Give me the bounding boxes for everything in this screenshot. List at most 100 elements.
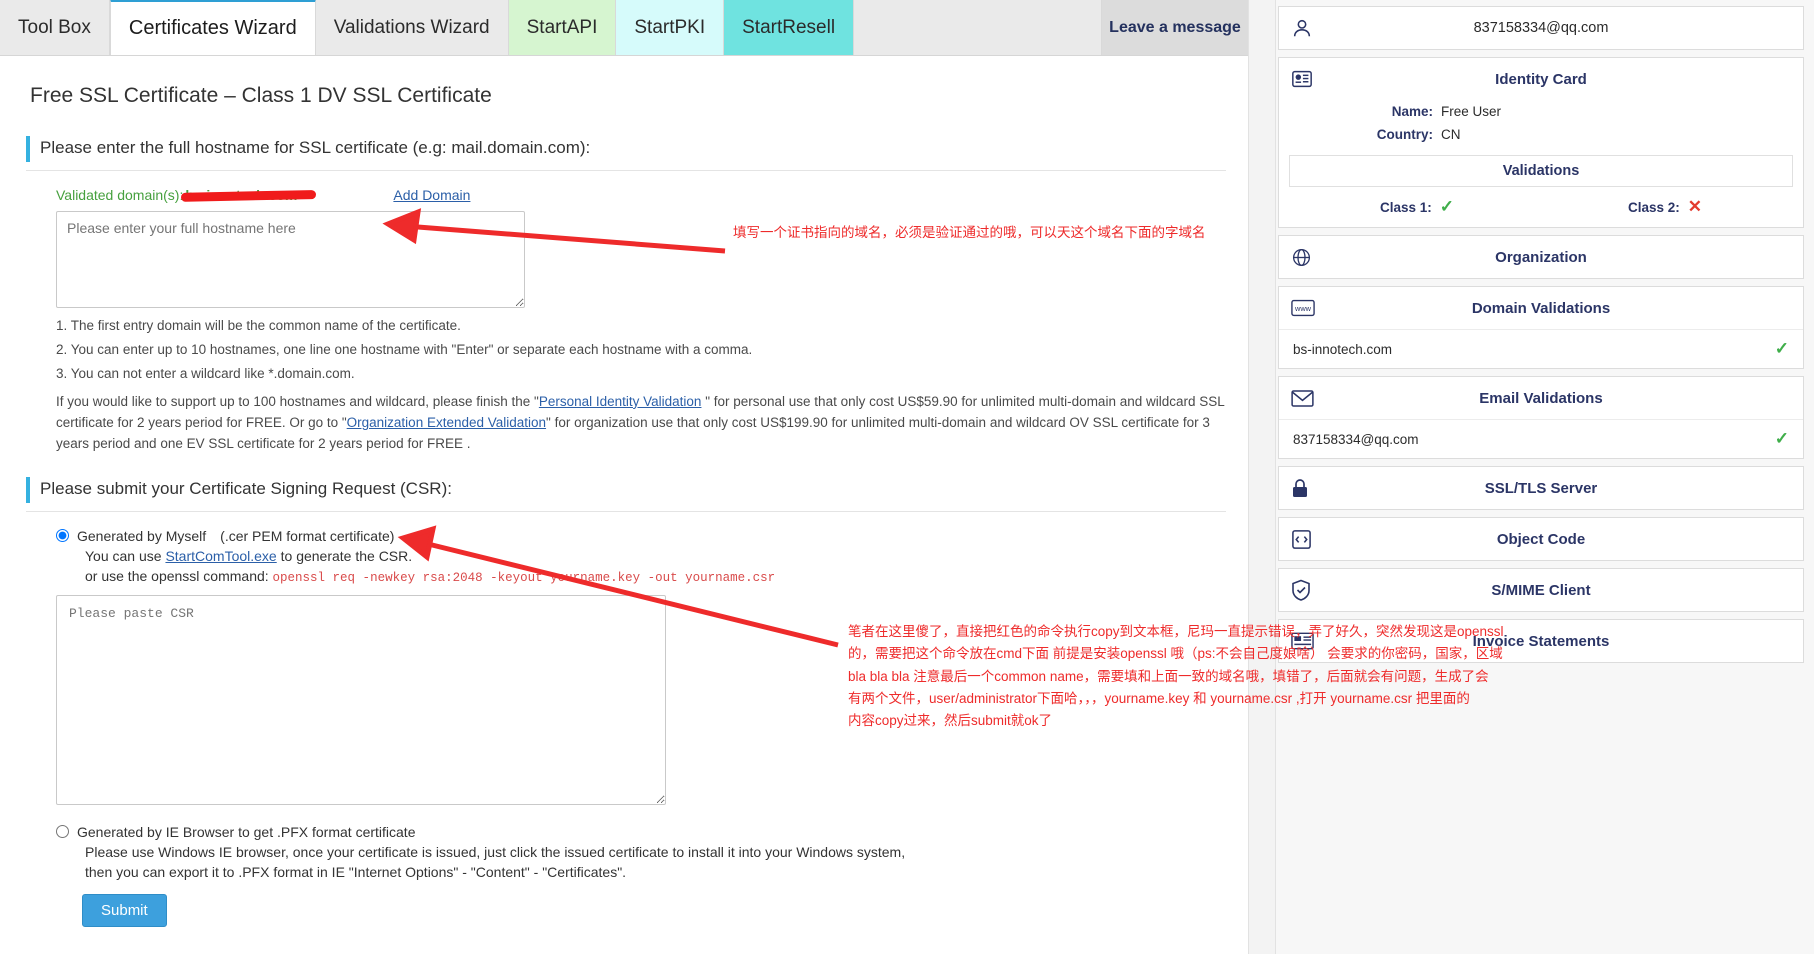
- tab-startapi[interactable]: StartAPI: [508, 0, 617, 55]
- annotation-csr-line-2: 的，需要把这个命令放在cmd下面 前提是安装openssl 哦（ps:不会自己度…: [848, 646, 1503, 662]
- annotation-csr-line-3: bla bla bla 注意最后一个common name，需要填和上面一致的域…: [848, 668, 1489, 684]
- sidebar-panel-domain-validations: www Domain Validations bs-innotech.com ✓: [1278, 286, 1804, 369]
- radio-generated-by-myself[interactable]: [56, 529, 69, 543]
- field-key: Country:: [1376, 127, 1433, 142]
- panel-header[interactable]: SSL/TLS Server: [1279, 467, 1803, 509]
- openssl-command: openssl req -newkey rsa:2048 -keyout you…: [272, 570, 776, 585]
- tab-startpki[interactable]: StartPKI: [616, 0, 725, 55]
- option-label: Generated by IE Browser to get .PFX form…: [77, 823, 416, 840]
- upgrade-text-part-1: If you would like to support up to 100 h…: [56, 393, 539, 409]
- option-label: Generated by Myself: [77, 527, 207, 544]
- code-lock-icon: [1291, 529, 1325, 550]
- validation-class-row: Class 1: ✓ Class 2: ✕: [1279, 193, 1803, 227]
- leave-a-message-button[interactable]: Leave a message: [1102, 0, 1248, 55]
- tab-label: Validations Wizard: [333, 16, 490, 38]
- panel-header[interactable]: S/MIME Client: [1279, 569, 1803, 611]
- tab-label: Certificates Wizard: [128, 17, 297, 39]
- sidebar-panel-smime-client[interactable]: S/MIME Client: [1278, 568, 1804, 612]
- id-card-icon: [1291, 69, 1325, 89]
- startcomtool-exe-link[interactable]: StartComTool.exe: [165, 548, 276, 564]
- hostname-note-1: 1. The first entry domain will be the co…: [56, 318, 461, 333]
- tab-certificates-wizard[interactable]: Certificates Wizard: [109, 0, 316, 55]
- csr-input[interactable]: [56, 594, 666, 805]
- radio-generated-by-ie-browser[interactable]: [56, 825, 69, 839]
- check-circle-icon: ✓: [1774, 339, 1789, 358]
- www-icon: www: [1291, 299, 1325, 317]
- upgrade-paragraph: If you would like to support up to 100 h…: [56, 391, 1226, 455]
- class-2-status: Class 2: ✕: [1541, 197, 1789, 217]
- panel-header[interactable]: Organization: [1279, 236, 1803, 278]
- email-address: 837158334@qq.com: [1293, 431, 1419, 447]
- domain-validation-row[interactable]: bs-innotech.com ✓: [1279, 329, 1803, 368]
- email-validation-row[interactable]: 837158334@qq.com ✓: [1279, 419, 1803, 458]
- lock-icon: [1291, 478, 1325, 499]
- panel-title: Email Validations: [1479, 389, 1603, 407]
- panel-title: Object Code: [1496, 530, 1586, 548]
- shield-icon: [1291, 579, 1325, 601]
- annotation-csr-note: 笔者在这里傻了，直接把红色的命令执行copy到文本框，尼玛一直提示错误，弄了好久…: [848, 621, 1538, 732]
- organization-extended-validation-link[interactable]: Organization Extended Validation: [347, 415, 546, 430]
- panel-header[interactable]: www Domain Validations: [1279, 287, 1803, 329]
- tab-label: StartAPI: [526, 16, 598, 38]
- hostname-note-2: 2. You can enter up to 10 hostnames, one…: [56, 341, 753, 357]
- class-2-label: Class 2:: [1627, 199, 1680, 215]
- identity-card-title: Identity Card: [1495, 70, 1587, 88]
- submit-button[interactable]: Submit: [82, 893, 167, 927]
- globe-icon: [1291, 247, 1325, 268]
- tab-label: Tool Box: [18, 16, 91, 38]
- ie-note-line-1: Please use Windows IE browser, once your…: [85, 843, 906, 860]
- sidebar-panel-email-validations: Email Validations 837158334@qq.com ✓: [1278, 376, 1804, 459]
- ie-note-line-2: then you can export it to .PFX format in…: [85, 863, 627, 880]
- panel-title: Organization: [1495, 248, 1587, 266]
- sidebar-panel-object-code[interactable]: Object Code: [1278, 517, 1804, 561]
- validations-subheader[interactable]: Validations: [1289, 155, 1793, 187]
- csr-option-generated-by-ie[interactable]: Generated by IE Browser to get .PFX form…: [56, 824, 1226, 840]
- panel-title: SSL/TLS Server: [1484, 479, 1598, 497]
- validated-domains-label: Validated domain(s):: [56, 187, 184, 203]
- page-title: Free SSL Certificate – Class 1 DV SSL Ce…: [30, 84, 492, 107]
- content-area: Free SSL Certificate – Class 1 DV SSL Ce…: [0, 56, 1248, 927]
- add-domain-link[interactable]: Add Domain: [393, 187, 470, 203]
- option-suffix: (.cer PEM format certificate): [220, 527, 395, 544]
- user-icon: [1291, 17, 1325, 39]
- sidebar: 837158334@qq.com Identity Card Name: Fre…: [1276, 0, 1814, 954]
- panel-header[interactable]: Object Code: [1279, 518, 1803, 560]
- panel-header[interactable]: Email Validations: [1279, 377, 1803, 419]
- openssl-line: or use the openssl command: openssl req …: [85, 568, 1226, 585]
- annotation-csr-line-4: 有两个文件，user/administrator下面哈，，，yourname.k…: [848, 690, 1470, 706]
- annotation-csr-line-1: 笔者在这里傻了，直接把红色的命令执行copy到文本框，尼玛一直提示错误，弄了好久…: [848, 624, 1504, 639]
- csr-option-generated-by-myself[interactable]: Generated by Myself (.cer PEM format cer…: [56, 528, 1226, 544]
- envelope-icon: [1291, 389, 1325, 407]
- sidebar-panel-ssl-tls-server[interactable]: SSL/TLS Server: [1278, 466, 1804, 510]
- column-gap: [1248, 0, 1276, 954]
- sidebar-identity-card: Identity Card Name: Free User Country: C…: [1278, 57, 1804, 228]
- section-divider: [26, 170, 1226, 171]
- identity-card-header[interactable]: Identity Card: [1279, 58, 1803, 100]
- domain-name: bs-innotech.com: [1293, 341, 1393, 357]
- tab-startresell[interactable]: StartResell: [724, 0, 855, 55]
- tab-label: StartPKI: [634, 16, 706, 38]
- startcomtool-line: You can use StartComTool.exe to generate…: [85, 548, 1226, 564]
- main-column: Tool Box Certificates Wizard Validations…: [0, 0, 1504, 954]
- startcomtool-prefix: You can use: [85, 547, 166, 564]
- hostname-note-3: 3. You can not enter a wildcard like *.d…: [56, 365, 355, 381]
- tab-label: StartResell: [742, 16, 836, 38]
- panel-title: Domain Validations: [1471, 299, 1611, 317]
- personal-identity-validation-link[interactable]: Personal Identity Validation: [539, 394, 702, 409]
- sidebar-account-card[interactable]: 837158334@qq.com: [1278, 6, 1804, 50]
- sidebar-panel-organization[interactable]: Organization: [1278, 235, 1804, 279]
- leave-a-message-label: Leave a message: [1109, 18, 1241, 36]
- panel-title: S/MIME Client: [1491, 581, 1591, 599]
- identity-field-name: Name: Free User: [1279, 100, 1803, 123]
- check-circle-icon: ✓: [1439, 197, 1455, 216]
- account-row[interactable]: 837158334@qq.com: [1279, 7, 1803, 49]
- check-circle-icon: ✓: [1774, 429, 1789, 448]
- csr-section-heading: Please submit your Certificate Signing R…: [26, 476, 1226, 503]
- annotation-hostname-note: 填写一个证书指向的域名，必须是验证通过的哦，可以天这个域名下面的字域名: [733, 225, 1206, 240]
- hostname-input[interactable]: [56, 211, 525, 308]
- tab-tool-box[interactable]: Tool Box: [0, 0, 110, 55]
- tab-validations-wizard[interactable]: Validations Wizard: [315, 0, 509, 55]
- tab-bar: Tool Box Certificates Wizard Validations…: [0, 0, 1248, 56]
- class-1-label: Class 1:: [1379, 199, 1432, 215]
- annotation-csr-line-5: 内容copy过来，然后submit就ok了: [848, 713, 1053, 729]
